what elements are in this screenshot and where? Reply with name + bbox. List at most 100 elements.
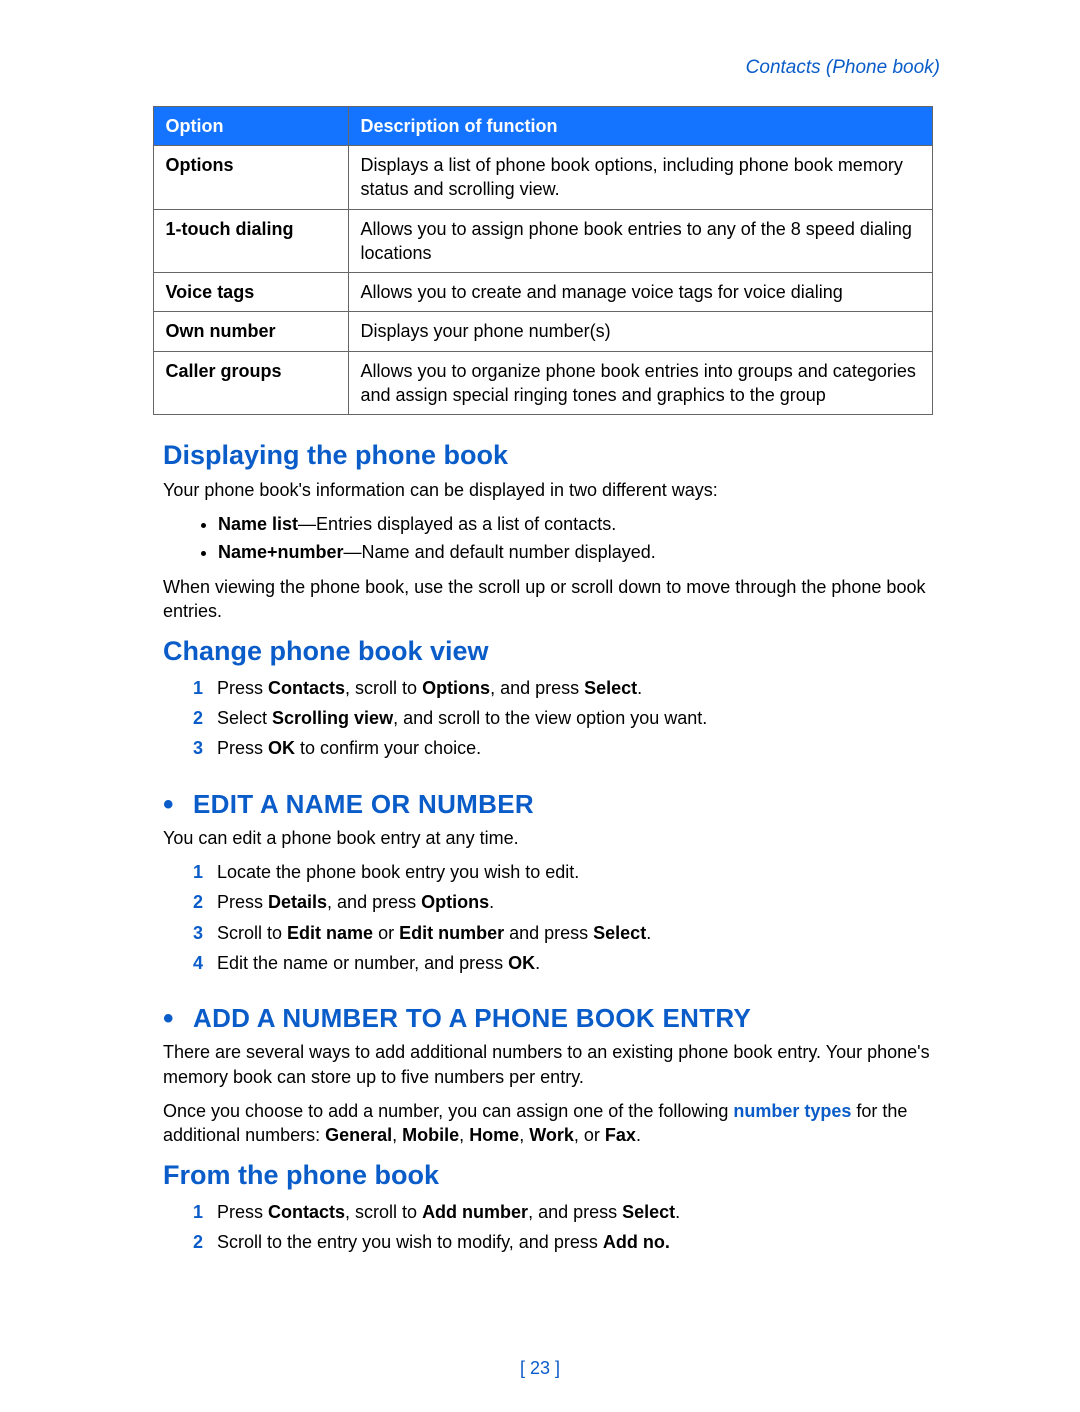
t: , or xyxy=(574,1125,605,1145)
step-number: 2 xyxy=(193,890,203,914)
t: Press xyxy=(217,738,268,758)
t: number types xyxy=(733,1101,851,1121)
th-description: Description of function xyxy=(348,106,932,145)
list-item: 4 Edit the name or number, and press OK. xyxy=(193,951,940,975)
t: Locate the phone book entry you wish to … xyxy=(217,862,579,882)
t: and press xyxy=(504,923,593,943)
t: . xyxy=(675,1202,680,1222)
t: OK xyxy=(268,738,295,758)
bullet-list: Name list—Entries displayed as a list of… xyxy=(163,512,940,565)
list-item: Name list—Entries displayed as a list of… xyxy=(218,512,940,536)
step-number: 1 xyxy=(193,860,203,884)
bullet-label: Name+number xyxy=(218,542,344,562)
step-number: 2 xyxy=(193,1230,203,1254)
heading-change-view: Change phone book view xyxy=(163,633,940,669)
t: Select xyxy=(217,708,272,728)
cell-desc: Displays a list of phone book options, i… xyxy=(348,145,932,209)
list-item: 3 Press OK to confirm your choice. xyxy=(193,736,940,760)
heading-from-phone-book: From the phone book xyxy=(163,1157,940,1193)
cell-desc: Displays your phone number(s) xyxy=(348,312,932,351)
t: Scrolling view xyxy=(272,708,393,728)
t: . xyxy=(636,1125,641,1145)
t: Press xyxy=(217,678,268,698)
t: to confirm your choice. xyxy=(295,738,481,758)
cell-option: Own number xyxy=(153,312,348,351)
t: , and scroll to the view option you want… xyxy=(393,708,707,728)
list-item: 3 Scroll to Edit name or Edit number and … xyxy=(193,921,940,945)
t: Select xyxy=(584,678,637,698)
t: Contacts xyxy=(268,1202,345,1222)
t: Options xyxy=(421,892,489,912)
list-item: 1 Press Contacts, scroll to Options, and … xyxy=(193,676,940,700)
t: Press xyxy=(217,892,268,912)
step-number: 2 xyxy=(193,706,203,730)
cell-desc: Allows you to organize phone book entrie… xyxy=(348,351,932,415)
t: Work xyxy=(529,1125,574,1145)
numbered-list: 1Press Contacts, scroll to Options, and … xyxy=(163,676,940,761)
t: Edit number xyxy=(399,923,504,943)
table-row: Caller groups Allows you to organize pho… xyxy=(153,351,932,415)
manual-page: Contacts (Phone book) Option Description… xyxy=(0,0,1080,1412)
table-row: Own number Displays your phone number(s) xyxy=(153,312,932,351)
list-item: 1 Press Contacts, scroll to Add number, a… xyxy=(193,1200,940,1224)
t: , xyxy=(392,1125,402,1145)
t: Fax xyxy=(605,1125,636,1145)
page-number: [ 23 ] xyxy=(0,1356,1080,1380)
heading-displaying: Displaying the phone book xyxy=(163,437,940,473)
t: , xyxy=(519,1125,529,1145)
t: , xyxy=(459,1125,469,1145)
t: . xyxy=(535,953,540,973)
table-row: 1-touch dialing Allows you to assign pho… xyxy=(153,209,932,273)
cell-option: Voice tags xyxy=(153,273,348,312)
t: , scroll to xyxy=(345,1202,422,1222)
t: , scroll to xyxy=(345,678,422,698)
t: Select xyxy=(622,1202,675,1222)
paragraph: There are several ways to add additional… xyxy=(163,1040,940,1089)
list-item: 1 Locate the phone book entry you wish to… xyxy=(193,860,940,884)
paragraph: You can edit a phone book entry at any t… xyxy=(163,826,940,850)
table-header-row: Option Description of function xyxy=(153,106,932,145)
step-number: 1 xyxy=(193,1200,203,1224)
t: Edit the name or number, and press xyxy=(217,953,508,973)
table-row: Voice tags Allows you to create and mana… xyxy=(153,273,932,312)
step-number: 3 xyxy=(193,921,203,945)
t: . xyxy=(637,678,642,698)
t: or xyxy=(373,923,399,943)
t: . xyxy=(489,892,494,912)
list-item: 2 Scroll to the entry you wish to modify,… xyxy=(193,1230,940,1254)
t: , and press xyxy=(528,1202,622,1222)
t: Add number xyxy=(422,1202,528,1222)
breadcrumb: Contacts (Phone book) xyxy=(125,55,940,81)
paragraph: Your phone book's information can be dis… xyxy=(163,478,940,502)
bullet-label: Name list xyxy=(218,514,298,534)
t: Options xyxy=(422,678,490,698)
list-item: Name+number—Name and default number disp… xyxy=(218,540,940,564)
numbered-list: 1 Press Contacts, scroll to Add number, a… xyxy=(163,1200,940,1255)
step-number: 4 xyxy=(193,951,203,975)
step-number: 1 xyxy=(193,676,203,700)
table-row: Options Displays a list of phone book op… xyxy=(153,145,932,209)
heading-add-number: ADD A NUMBER TO A PHONE BOOK ENTRY xyxy=(163,1001,940,1036)
heading-edit-name: EDIT A NAME OR NUMBER xyxy=(163,787,940,822)
options-table: Option Description of function Options D… xyxy=(153,106,933,416)
paragraph: When viewing the phone book, use the scr… xyxy=(163,575,940,624)
cell-option: Caller groups xyxy=(153,351,348,415)
body-content: Displaying the phone book Your phone boo… xyxy=(163,437,940,1254)
t: , and press xyxy=(327,892,421,912)
cell-desc: Allows you to assign phone book entries … xyxy=(348,209,932,273)
bullet-text: —Entries displayed as a list of contacts… xyxy=(298,514,616,534)
t: General xyxy=(325,1125,392,1145)
t: , and press xyxy=(490,678,584,698)
t: Scroll to xyxy=(217,923,287,943)
t: Edit name xyxy=(287,923,373,943)
step-number: 3 xyxy=(193,736,203,760)
t: OK xyxy=(508,953,535,973)
t: Press xyxy=(217,1202,268,1222)
numbered-list: 1 Locate the phone book entry you wish to… xyxy=(163,860,940,975)
t: Scroll to the entry you wish to modify, … xyxy=(217,1232,603,1252)
t: Contacts xyxy=(268,678,345,698)
cell-desc: Allows you to create and manage voice ta… xyxy=(348,273,932,312)
t: Select xyxy=(593,923,646,943)
bullet-text: —Name and default number displayed. xyxy=(344,542,656,562)
paragraph: Once you choose to add a number, you can… xyxy=(163,1099,940,1148)
